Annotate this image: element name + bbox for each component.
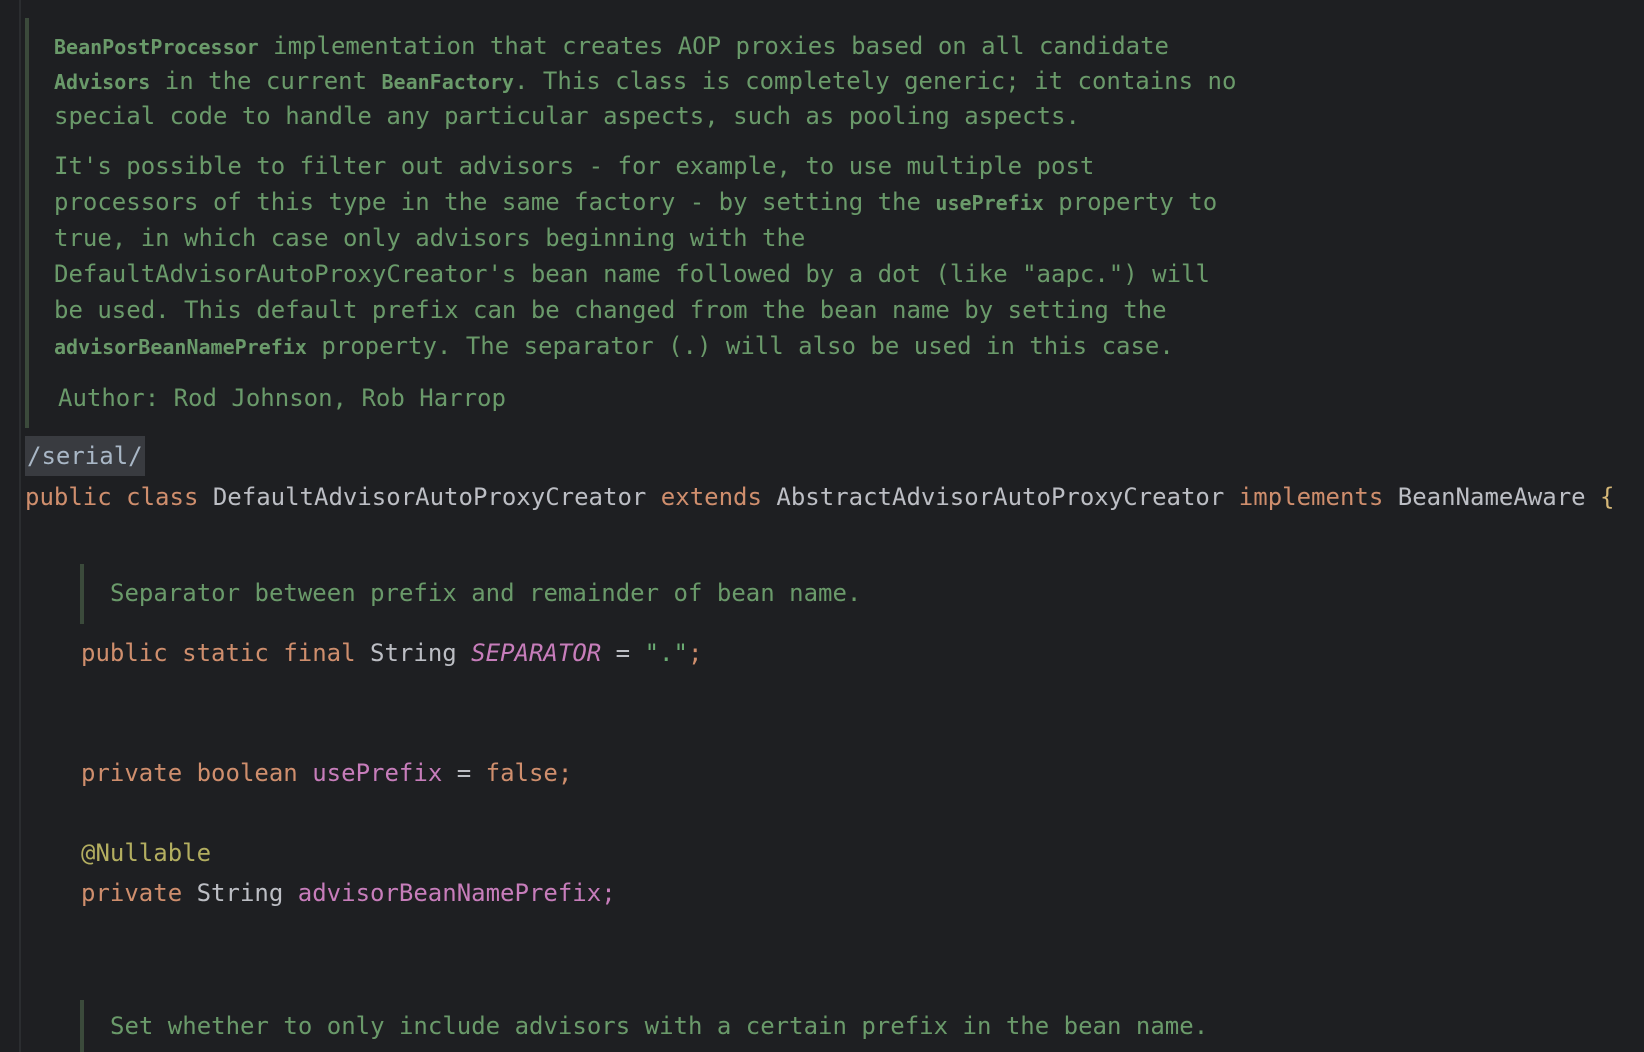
keyword-public: public (25, 483, 112, 511)
javadoc-line-7: DefaultAdvisorAutoProxyCreator's bean na… (54, 256, 1210, 292)
field-type[interactable]: String (197, 879, 284, 907)
class-declaration: public class DefaultAdvisorAutoProxyCrea… (25, 477, 1615, 517)
javadoc-line-2: Advisors in the current BeanFactory. Thi… (54, 63, 1236, 100)
field-name-separator[interactable]: SEPARATOR (471, 639, 601, 667)
doc-text: . This class is completely generic; it c… (513, 67, 1237, 95)
doc-text: true, in which case only advisors beginn… (54, 224, 806, 252)
doc-code-use-prefix: usePrefix (935, 191, 1044, 215)
doc-text: in the current (150, 67, 382, 95)
assign-operator: = (601, 639, 645, 667)
keyword-extends: extends (660, 483, 762, 511)
doc-text: It's possible to filter out advisors - f… (54, 152, 1095, 180)
javadoc-line-1: BeanPostProcessor implementation that cr… (54, 28, 1169, 65)
serial-tag[interactable]: /serial/ (25, 436, 145, 476)
keyword-implements: implements (1238, 483, 1384, 511)
separator-field-declaration: public static final String SEPARATOR = "… (81, 633, 702, 673)
interface-name[interactable]: BeanNameAware (1398, 483, 1586, 511)
keyword-private: private (81, 759, 183, 787)
author-value: Rod Johnson, Rob Harrop (159, 384, 506, 412)
doc-code-advisors: Advisors (54, 70, 151, 94)
doc-code-advisor-bean-name-prefix: advisorBeanNamePrefix (54, 335, 307, 359)
field-name-advisor-bean-name-prefix[interactable]: advisorBeanNamePrefix (298, 879, 601, 907)
semicolon: ; (557, 759, 573, 787)
semicolon: ; (601, 879, 616, 907)
open-brace: { (1600, 483, 1615, 511)
javadoc-line-5: processors of this type in the same fact… (54, 184, 1217, 221)
keyword-private: private (81, 879, 183, 907)
editor-gutter-line (19, 0, 21, 1052)
keyword-class: class (126, 483, 199, 511)
string-literal: "." (644, 639, 688, 667)
keyword-final: final (283, 639, 356, 667)
use-prefix-field-declaration: private boolean usePrefix = false; (81, 753, 572, 793)
javadoc-line-3: special code to handle any particular as… (54, 98, 1080, 134)
javadoc-author: Author: Rod Johnson, Rob Harrop (58, 380, 506, 416)
doc-text: property to (1043, 188, 1218, 216)
javadoc-line-4: It's possible to filter out advisors - f… (54, 148, 1094, 184)
doc-text: property. The separator (.) will also be… (306, 332, 1174, 360)
class-name[interactable]: DefaultAdvisorAutoProxyCreator (213, 483, 646, 511)
keyword-static: static (182, 639, 269, 667)
field-name-use-prefix[interactable]: usePrefix (312, 759, 442, 787)
doc-code-bean-post-processor: BeanPostProcessor (54, 35, 259, 59)
author-label: Author: (58, 384, 160, 412)
assign-operator: = (442, 759, 486, 787)
semicolon: ; (687, 639, 703, 667)
doc-code-bean-factory: BeanFactory (381, 70, 514, 94)
javadoc-line-9: advisorBeanNamePrefix property. The sepa… (54, 328, 1174, 365)
field-type[interactable]: String (370, 639, 457, 667)
set-use-prefix-doc-text: Set whether to only include advisors wit… (110, 1012, 1209, 1040)
annotation-nullable[interactable]: @Nullable (81, 833, 211, 873)
keyword-boolean: boolean (196, 759, 298, 787)
doc-text: implementation that creates AOP proxies … (258, 32, 1170, 60)
doc-text: processors of this type in the same fact… (54, 188, 936, 216)
doc-text: be used. This default prefix can be chan… (54, 296, 1167, 324)
doc-text: special code to handle any particular as… (54, 102, 1080, 130)
keyword-public: public (81, 639, 168, 667)
prefix-field-declaration: private String advisorBeanNamePrefix; (81, 873, 616, 913)
literal-false: false (485, 759, 558, 787)
javadoc-line-8: be used. This default prefix can be chan… (54, 292, 1167, 328)
javadoc-line-6: true, in which case only advisors beginn… (54, 220, 805, 256)
doc-text: DefaultAdvisorAutoProxyCreator's bean na… (54, 260, 1210, 288)
separator-doc-text: Separator between prefix and remainder o… (110, 579, 862, 607)
parent-class-name[interactable]: AbstractAdvisorAutoProxyCreator (776, 483, 1224, 511)
